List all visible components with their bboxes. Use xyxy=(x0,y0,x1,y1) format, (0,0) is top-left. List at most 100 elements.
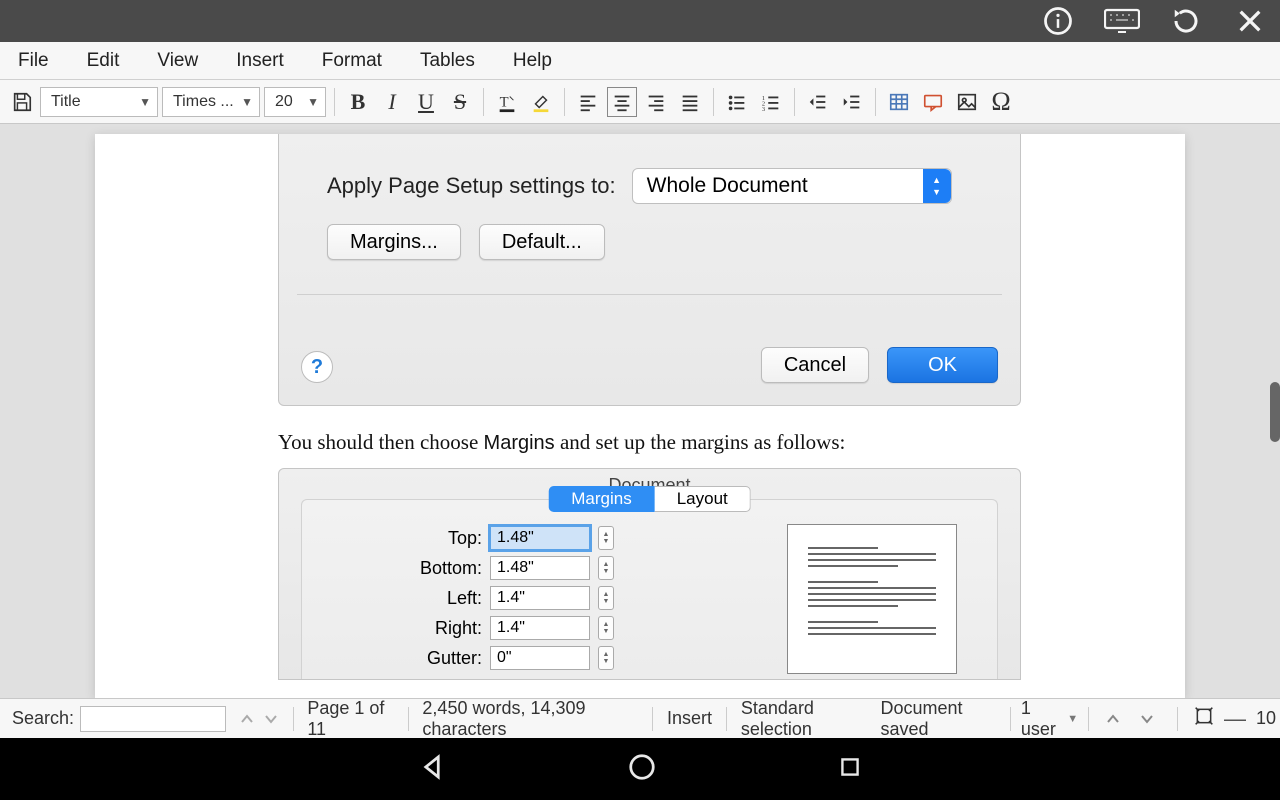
insert-mode[interactable]: Insert xyxy=(663,708,716,729)
back-icon[interactable] xyxy=(417,752,447,787)
document-page: Apply Page Setup settings to: Whole Docu… xyxy=(95,134,1185,698)
stepper-icon: ▲▼ xyxy=(598,586,614,610)
menu-tables[interactable]: Tables xyxy=(420,50,475,72)
prev-page-button[interactable] xyxy=(1099,705,1127,733)
font-color-button[interactable]: T xyxy=(492,87,522,117)
caption-bold: Margins xyxy=(484,432,555,454)
strike-button[interactable]: S xyxy=(445,87,475,117)
search-prev-button[interactable] xyxy=(235,705,259,733)
menu-format[interactable]: Format xyxy=(322,50,382,72)
align-right-button[interactable] xyxy=(641,87,671,117)
bullet-list-button[interactable] xyxy=(722,87,752,117)
next-page-button[interactable] xyxy=(1133,705,1161,733)
right-label: Right: xyxy=(392,618,482,639)
toolbar: Title▼ Times ...▼ 20▼ B I U S T 123 Ω xyxy=(0,80,1280,124)
bottom-label: Bottom: xyxy=(392,558,482,579)
help-icon: ? xyxy=(301,351,333,383)
divider xyxy=(408,707,409,731)
word-count[interactable]: 2,450 words, 14,309 characters xyxy=(418,698,642,740)
dropdown-stepper-icon: ▲▼ xyxy=(923,169,951,203)
stepper-icon: ▲▼ xyxy=(598,526,614,550)
page-indicator[interactable]: Page 1 of 11 xyxy=(303,698,397,740)
caption-pre: You should then choose xyxy=(278,430,484,454)
left-input: 1.4" xyxy=(490,586,590,610)
home-icon[interactable] xyxy=(627,752,657,787)
indent-decrease-button[interactable] xyxy=(803,87,833,117)
apply-to-value: Whole Document xyxy=(647,174,808,198)
zoom-value: 10 xyxy=(1256,708,1276,729)
zoom-out-button[interactable]: — xyxy=(1220,706,1250,732)
svg-text:T: T xyxy=(500,94,509,110)
font-select-value: Times ... xyxy=(173,93,234,111)
top-label: Top: xyxy=(392,528,482,549)
underline-button[interactable]: U xyxy=(411,87,441,117)
divider xyxy=(1177,707,1178,731)
document-area[interactable]: Apply Page Setup settings to: Whole Docu… xyxy=(0,124,1280,698)
users-value: 1 user xyxy=(1021,698,1061,740)
chevron-down-icon: ▼ xyxy=(139,95,151,109)
menu-file[interactable]: File xyxy=(18,50,49,72)
top-input: 1.48" xyxy=(490,526,590,550)
divider xyxy=(297,294,1002,295)
align-center-button[interactable] xyxy=(607,87,637,117)
symbol-button[interactable]: Ω xyxy=(986,87,1016,117)
tab-layout: Layout xyxy=(655,486,751,512)
right-input: 1.4" xyxy=(490,616,590,640)
menu-view[interactable]: View xyxy=(157,50,198,72)
recent-icon[interactable] xyxy=(837,754,863,785)
divider xyxy=(713,88,714,116)
table-button[interactable] xyxy=(884,87,914,117)
android-nav-bar xyxy=(0,738,1280,800)
apply-to-label: Apply Page Setup settings to: xyxy=(327,173,616,199)
highlight-button[interactable] xyxy=(526,87,556,117)
style-select[interactable]: Title▼ xyxy=(40,87,158,117)
size-select[interactable]: 20▼ xyxy=(264,87,326,117)
fit-page-icon[interactable] xyxy=(1194,706,1214,731)
size-select-value: 20 xyxy=(275,93,293,111)
divider xyxy=(564,88,565,116)
margins-button: Margins... xyxy=(327,224,461,260)
search-next-button[interactable] xyxy=(259,705,283,733)
font-select[interactable]: Times ... ▼ xyxy=(162,87,260,117)
divider xyxy=(794,88,795,116)
align-left-button[interactable] xyxy=(573,87,603,117)
menu-edit[interactable]: Edit xyxy=(87,50,120,72)
number-list-button[interactable]: 123 xyxy=(756,87,786,117)
save-icon[interactable] xyxy=(8,88,36,116)
cancel-button: Cancel xyxy=(761,347,869,383)
apply-to-dropdown: Whole Document ▲▼ xyxy=(632,168,952,204)
divider xyxy=(483,88,484,116)
indent-increase-button[interactable] xyxy=(837,87,867,117)
keyboard-icon[interactable] xyxy=(1104,3,1140,39)
bold-button[interactable]: B xyxy=(343,87,373,117)
search-input[interactable] xyxy=(80,706,226,732)
italic-button[interactable]: I xyxy=(377,87,407,117)
refresh-icon[interactable] xyxy=(1168,3,1204,39)
svg-text:3: 3 xyxy=(762,106,765,113)
page-setup-dialog-image: Apply Page Setup settings to: Whole Docu… xyxy=(278,134,1021,406)
divider xyxy=(1010,707,1011,731)
divider xyxy=(334,88,335,116)
bottom-input: 1.48" xyxy=(490,556,590,580)
stepper-icon: ▲▼ xyxy=(598,556,614,580)
menu-help[interactable]: Help xyxy=(513,50,552,72)
search-label: Search: xyxy=(0,708,80,729)
align-justify-button[interactable] xyxy=(675,87,705,117)
info-icon[interactable] xyxy=(1040,3,1076,39)
users-select[interactable]: 1 user ▼ xyxy=(1021,698,1078,740)
menu-insert[interactable]: Insert xyxy=(236,50,284,72)
comment-button[interactable] xyxy=(918,87,948,117)
tab-margins: Margins xyxy=(548,486,654,512)
divider xyxy=(875,88,876,116)
stepper-icon: ▲▼ xyxy=(598,646,614,670)
gutter-label: Gutter: xyxy=(392,648,482,669)
chevron-down-icon: ▼ xyxy=(1067,713,1078,725)
menu-bar: File Edit View Insert Format Tables Help xyxy=(0,42,1280,80)
image-button[interactable] xyxy=(952,87,982,117)
page-preview xyxy=(787,524,957,674)
chevron-down-icon: ▼ xyxy=(241,95,253,109)
close-icon[interactable] xyxy=(1232,3,1268,39)
selection-mode[interactable]: Standard selection xyxy=(737,698,873,740)
scrollbar-thumb[interactable] xyxy=(1270,382,1280,442)
status-bar: Search: Page 1 of 11 2,450 words, 14,309… xyxy=(0,698,1280,738)
